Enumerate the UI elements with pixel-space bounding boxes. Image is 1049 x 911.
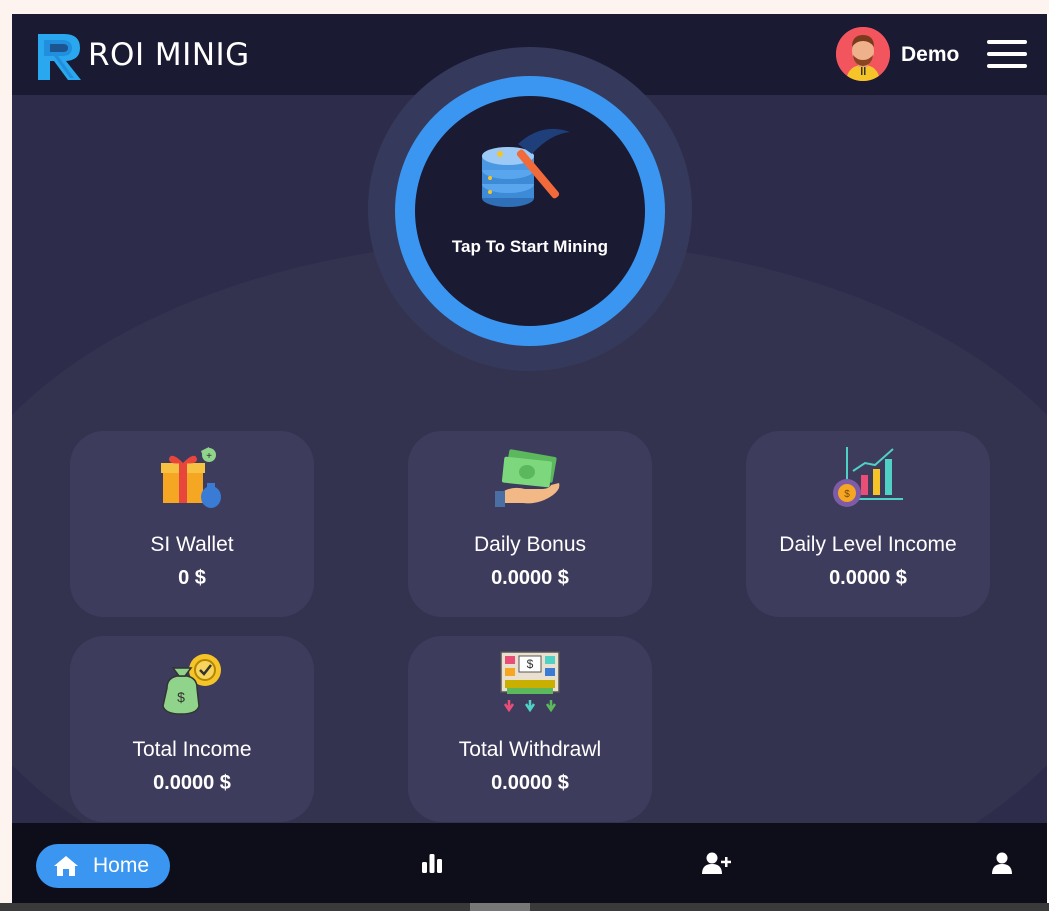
logo-r-icon — [38, 34, 81, 80]
growth-chart-icon: $ — [833, 447, 903, 507]
nav-home-label: Home — [93, 854, 150, 877]
svg-text:$: $ — [844, 489, 850, 500]
card-si-wallet[interactable]: + SI Wallet 0 $ — [70, 431, 314, 617]
user-name[interactable]: Demo — [901, 43, 959, 67]
svg-text:$: $ — [177, 689, 185, 705]
card-title: Total Withdrawl — [458, 738, 602, 761]
start-mining-button[interactable]: Tap To Start Mining — [415, 96, 645, 326]
bottom-nav: Home — [12, 823, 1047, 903]
card-daily-bonus[interactable]: Daily Bonus 0.0000 $ — [408, 431, 652, 617]
home-icon — [54, 856, 78, 876]
card-total-income[interactable]: $ Total Income 0.0000 $ — [70, 636, 314, 822]
card-title: Daily Level Income — [779, 533, 957, 556]
card-value: 0.0000 $ — [491, 772, 569, 794]
gift-wallet-icon: + — [161, 447, 221, 508]
card-title: Total Income — [132, 738, 252, 761]
svg-text:$: $ — [527, 657, 534, 671]
card-title: Daily Bonus — [473, 533, 587, 556]
server-pickaxe-icon — [482, 128, 570, 207]
card-title: SI Wallet — [150, 533, 234, 556]
user-icon[interactable] — [992, 852, 1012, 874]
hand-money-icon — [495, 449, 560, 507]
add-user-icon[interactable] — [702, 852, 732, 874]
bar-chart-icon[interactable] — [421, 852, 443, 874]
brand-logo[interactable]: ROI MINIG — [34, 28, 250, 82]
card-value: 0 $ — [178, 567, 206, 589]
card-value: 0.0000 $ — [829, 567, 907, 589]
atm-withdraw-icon: $ — [500, 651, 560, 713]
nav-home-button[interactable]: Home — [36, 844, 170, 888]
card-value: 0.0000 $ — [153, 772, 231, 794]
avatar-illustration-icon — [836, 27, 890, 81]
app-frame: ROI MINIG Demo Tap To Start Mining + SI … — [12, 14, 1047, 903]
card-value: 0.0000 $ — [491, 567, 569, 589]
scrollbar-thumb[interactable] — [470, 903, 530, 911]
money-bag-icon: $ — [162, 654, 221, 715]
horizontal-scrollbar[interactable] — [0, 903, 1049, 911]
hamburger-menu-icon[interactable] — [987, 40, 1027, 68]
svg-text:+: + — [206, 451, 212, 462]
card-total-withdrawl[interactable]: $ Total Withdrawl 0.0000 $ — [408, 636, 652, 822]
user-avatar[interactable] — [836, 27, 890, 81]
brand-name: ROI MINIG — [88, 37, 250, 73]
card-daily-level-income[interactable]: $ Daily Level Income 0.0000 $ — [746, 431, 990, 617]
start-mining-label: Tap To Start Mining — [451, 237, 609, 256]
